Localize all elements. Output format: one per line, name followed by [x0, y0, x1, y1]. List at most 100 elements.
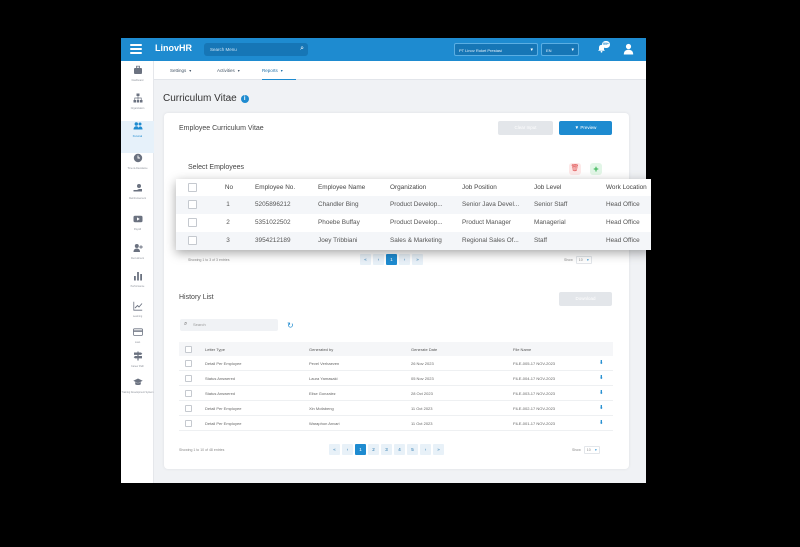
language-select[interactable]: EN ▾: [541, 43, 579, 56]
cell-job-position: Senior Java Devel...: [462, 201, 520, 208]
table-row: Detail Per Employee Pevel Verhaeven 26 N…: [179, 356, 613, 371]
user-avatar-icon[interactable]: [623, 43, 634, 55]
row-checkbox[interactable]: [188, 200, 197, 209]
info-icon[interactable]: i: [240, 95, 249, 103]
cell-file-name: FILE-002-17 NOV-2023: [513, 406, 556, 411]
sidebar-item-label: Dashboard: [131, 79, 144, 82]
row-checkbox[interactable]: [185, 375, 192, 382]
chevron-down-icon: ▾: [571, 47, 574, 53]
trash-icon[interactable]: 🗑: [569, 163, 581, 175]
cell-generate-date: 28 Oct 2023: [411, 391, 433, 396]
chevron-down-icon: ▾: [587, 258, 589, 262]
preview-button[interactable]: ▼ Preview: [559, 121, 612, 135]
select-page-size[interactable]: Show 10 ▾: [564, 256, 592, 264]
history-showing-text: Showing 1 to 10 of 48 entries: [179, 448, 225, 452]
page-size-value: 10: [586, 448, 591, 452]
sidebar-item-personal[interactable]: Personal: [121, 121, 154, 153]
cell-employee-name: Chandler Bing: [318, 201, 359, 208]
cell-generated-by: Xin Mofabeng: [309, 406, 334, 411]
sub-navigation: Settings ▾ Activities ▾ Reports ▾: [121, 61, 646, 80]
last-page-button[interactable]: »: [412, 254, 423, 265]
sidebar: Dashboard Organization Personal Time & A…: [121, 61, 154, 483]
page-3-button[interactable]: 3: [381, 444, 392, 455]
col-file-name: File Name: [513, 347, 532, 352]
download-row-icon[interactable]: ⬇: [599, 375, 604, 381]
table-row: 1 5205896212 Chandler Bing Product Devel…: [176, 196, 651, 214]
history-page-size[interactable]: Show 10 ▾: [572, 446, 600, 454]
employees-header-row: No Employee No. Employee Name Organizati…: [176, 179, 651, 196]
sidebar-item-label: Loan: [134, 341, 141, 344]
cell-generated-by: Laura Yamasaki: [309, 376, 338, 381]
sidebar-item-payroll[interactable]: Payroll: [121, 214, 154, 246]
row-checkbox[interactable]: [185, 360, 192, 367]
select-all-checkbox[interactable]: [185, 346, 192, 353]
download-row-icon[interactable]: ⬇: [599, 420, 604, 426]
row-checkbox[interactable]: [188, 218, 197, 227]
table-row: Status Answered Elise Gonzalez 28 Oct 20…: [179, 386, 613, 401]
briefcase-icon: [133, 65, 142, 74]
cv-card: Employee Curriculum Vitae Clear Input ▼ …: [164, 113, 629, 469]
row-checkbox[interactable]: [188, 236, 197, 245]
cell-employee-name: Joey Tribbiani: [318, 237, 358, 244]
cell-no: 2: [226, 219, 230, 226]
tab-reports[interactable]: Reports ▾: [262, 61, 296, 80]
page-1-button[interactable]: 1: [355, 444, 366, 455]
tab-settings[interactable]: Settings ▾: [170, 61, 191, 80]
cell-no: 1: [226, 201, 230, 208]
cell-job-position: Product Manager: [462, 219, 512, 226]
add-icon[interactable]: +: [590, 163, 602, 175]
sidebar-item-label: Personal: [132, 135, 143, 138]
row-checkbox[interactable]: [185, 405, 192, 412]
col-generate-date: Generate Date: [411, 347, 438, 352]
select-all-checkbox[interactable]: [188, 183, 197, 192]
sidebar-item-training[interactable]: Training Development System: [121, 377, 154, 417]
row-checkbox[interactable]: [185, 420, 192, 427]
sidebar-item-label: Recruitment: [131, 257, 144, 260]
next-page-button[interactable]: ›: [399, 254, 410, 265]
sidebar-item-time-attendance[interactable]: Time & Attendance: [121, 153, 154, 185]
next-page-button[interactable]: ›: [420, 444, 431, 455]
cell-job-level: Staff: [534, 237, 548, 244]
page-1-button[interactable]: 1: [386, 254, 397, 265]
menu-search-input[interactable]: Search Menu ⌕: [204, 43, 308, 56]
select-employees-title: Select Employees: [188, 164, 245, 171]
cell-generate-date: 26 Nov 2023: [411, 361, 434, 366]
hamburger-menu-icon[interactable]: [130, 43, 142, 55]
prev-page-button[interactable]: ‹: [342, 444, 353, 455]
sidebar-item-performance[interactable]: Performance: [121, 271, 154, 303]
cell-employee-no: 5205896212: [255, 201, 291, 208]
sidebar-item-reimbursement[interactable]: Reimbursement: [121, 183, 154, 215]
download-row-icon[interactable]: ⬇: [599, 390, 604, 396]
download-row-icon[interactable]: ⬇: [599, 405, 604, 411]
first-page-button[interactable]: «: [360, 254, 371, 265]
cell-job-level: Managerial: [534, 219, 566, 226]
tab-label: Activities: [217, 68, 235, 73]
prev-page-button[interactable]: ‹: [373, 254, 384, 265]
clear-input-button[interactable]: Clear Input: [498, 121, 553, 135]
tab-activities[interactable]: Activities ▾: [217, 61, 240, 80]
search-icon[interactable]: ⌕: [300, 45, 304, 53]
cell-generate-date: 11 Oct 2023: [411, 406, 433, 411]
last-page-button[interactable]: »: [433, 444, 444, 455]
chevron-down-icon: ▾: [595, 448, 597, 452]
col-work-location: Work Location: [606, 184, 647, 191]
page-2-button[interactable]: 2: [368, 444, 379, 455]
tab-label: Settings: [170, 68, 187, 73]
first-page-button[interactable]: «: [329, 444, 340, 455]
refresh-icon[interactable]: ↻: [287, 321, 296, 330]
history-search-input[interactable]: ⌕ Search: [180, 319, 278, 331]
row-checkbox[interactable]: [185, 390, 192, 397]
cell-no: 3: [226, 237, 230, 244]
history-search-placeholder: Search: [193, 322, 206, 327]
col-organization: Organization: [390, 184, 427, 191]
cell-organization: Product Develop...: [390, 219, 443, 226]
download-button[interactable]: Download: [559, 292, 612, 306]
download-row-icon[interactable]: ⬇: [599, 360, 604, 366]
col-job-level: Job Level: [534, 184, 562, 191]
col-no: No: [224, 184, 234, 191]
company-select[interactable]: PT Linov Roket Prestasi ▾: [454, 43, 538, 56]
page-5-button[interactable]: 5: [407, 444, 418, 455]
page-size-value: 10: [578, 258, 583, 262]
preview-label: Preview: [580, 125, 597, 130]
page-4-button[interactable]: 4: [394, 444, 405, 455]
